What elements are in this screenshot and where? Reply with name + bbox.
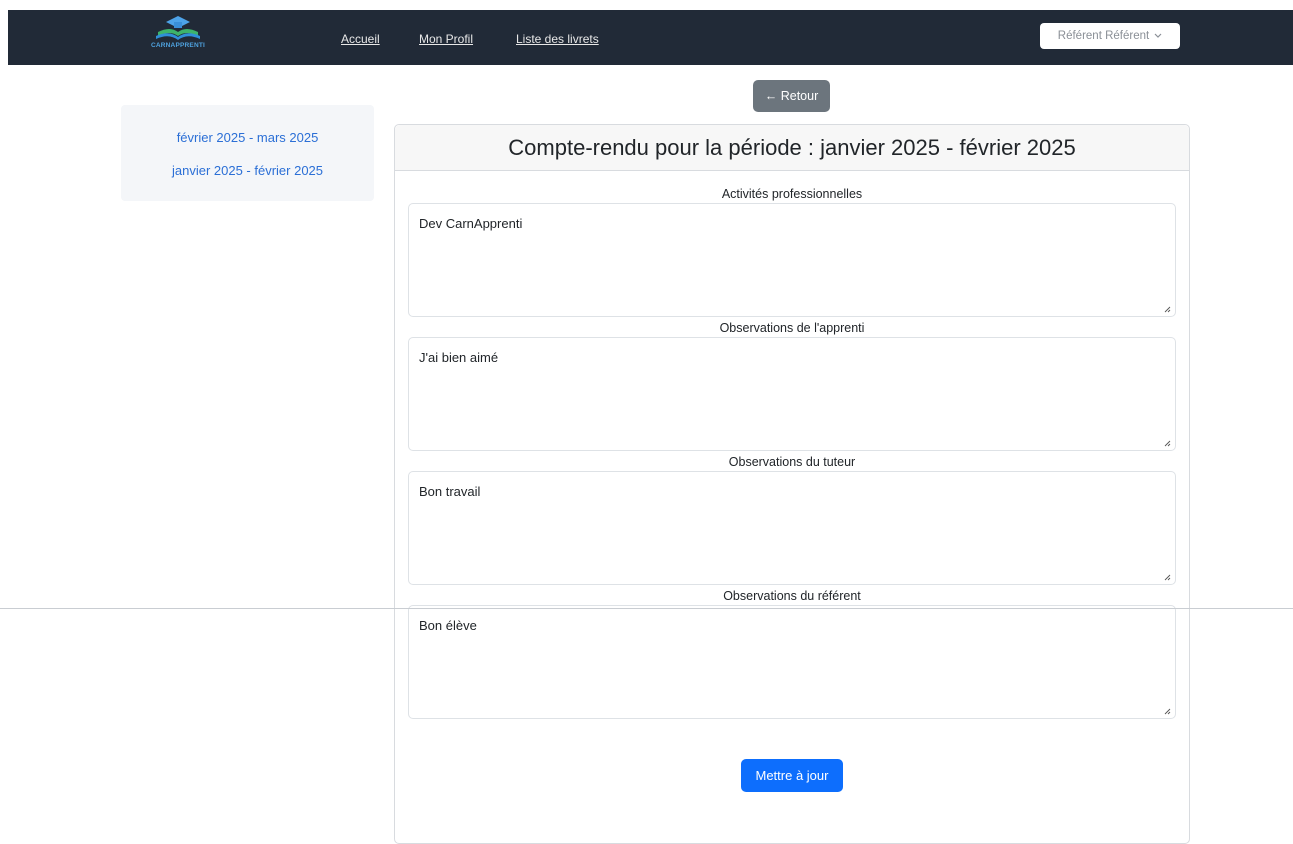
user-name: Référent Référent xyxy=(1057,30,1150,42)
nav-link-liste-livrets[interactable]: Liste des livrets xyxy=(516,32,599,46)
period-sidebar: février 2025 - mars 2025 janvier 2025 - … xyxy=(121,105,374,201)
apprenti-value: J'ai bien aimé xyxy=(419,350,499,365)
resize-handle-icon[interactable] xyxy=(1164,708,1171,715)
report-card-header: Compte-rendu pour la période : janvier 2… xyxy=(395,125,1189,171)
page-title: Compte-rendu pour la période : janvier 2… xyxy=(508,134,1076,160)
brand-name: CARNAPPRENTI xyxy=(150,42,206,49)
logo-book-icon xyxy=(156,16,200,40)
divider-line xyxy=(0,608,1293,609)
back-button[interactable]: ← Retour xyxy=(753,80,830,112)
report-card: Compte-rendu pour la période : janvier 2… xyxy=(394,124,1190,844)
nav-link-accueil[interactable]: Accueil xyxy=(341,32,380,46)
referent-textarea[interactable]: Bon élève xyxy=(408,605,1176,719)
activites-textarea[interactable]: Dev CarnApprenti xyxy=(408,203,1176,317)
sidebar-item-period[interactable]: janvier 2025 - février 2025 xyxy=(121,163,374,178)
top-navbar: CARNAPPRENTI Accueil Mon Profil Liste de… xyxy=(8,10,1293,65)
tuteur-value: Bon travail xyxy=(419,484,481,499)
resize-handle-icon[interactable] xyxy=(1164,440,1171,447)
nav-link-mon-profil[interactable]: Mon Profil xyxy=(419,32,473,46)
referent-value: Bon élève xyxy=(419,618,477,633)
apprenti-textarea[interactable]: J'ai bien aimé xyxy=(408,337,1176,451)
field-label-apprenti: Observations de l'apprenti xyxy=(719,321,865,335)
resize-handle-icon[interactable] xyxy=(1164,574,1171,581)
update-button[interactable]: Mettre à jour xyxy=(741,759,843,792)
chevron-down-icon xyxy=(1154,33,1162,38)
field-label-tuteur: Observations du tuteur xyxy=(728,455,856,469)
user-dropdown-button[interactable]: Référent Référent xyxy=(1040,23,1180,49)
tuteur-textarea[interactable]: Bon travail xyxy=(408,471,1176,585)
resize-handle-icon[interactable] xyxy=(1164,306,1171,313)
field-label-activites: Activités professionnelles xyxy=(721,187,863,201)
sidebar-item-period[interactable]: février 2025 - mars 2025 xyxy=(121,130,374,145)
brand-logo[interactable]: CARNAPPRENTI xyxy=(144,14,214,58)
activites-value: Dev CarnApprenti xyxy=(419,216,523,231)
field-label-referent: Observations du référent xyxy=(723,589,861,603)
